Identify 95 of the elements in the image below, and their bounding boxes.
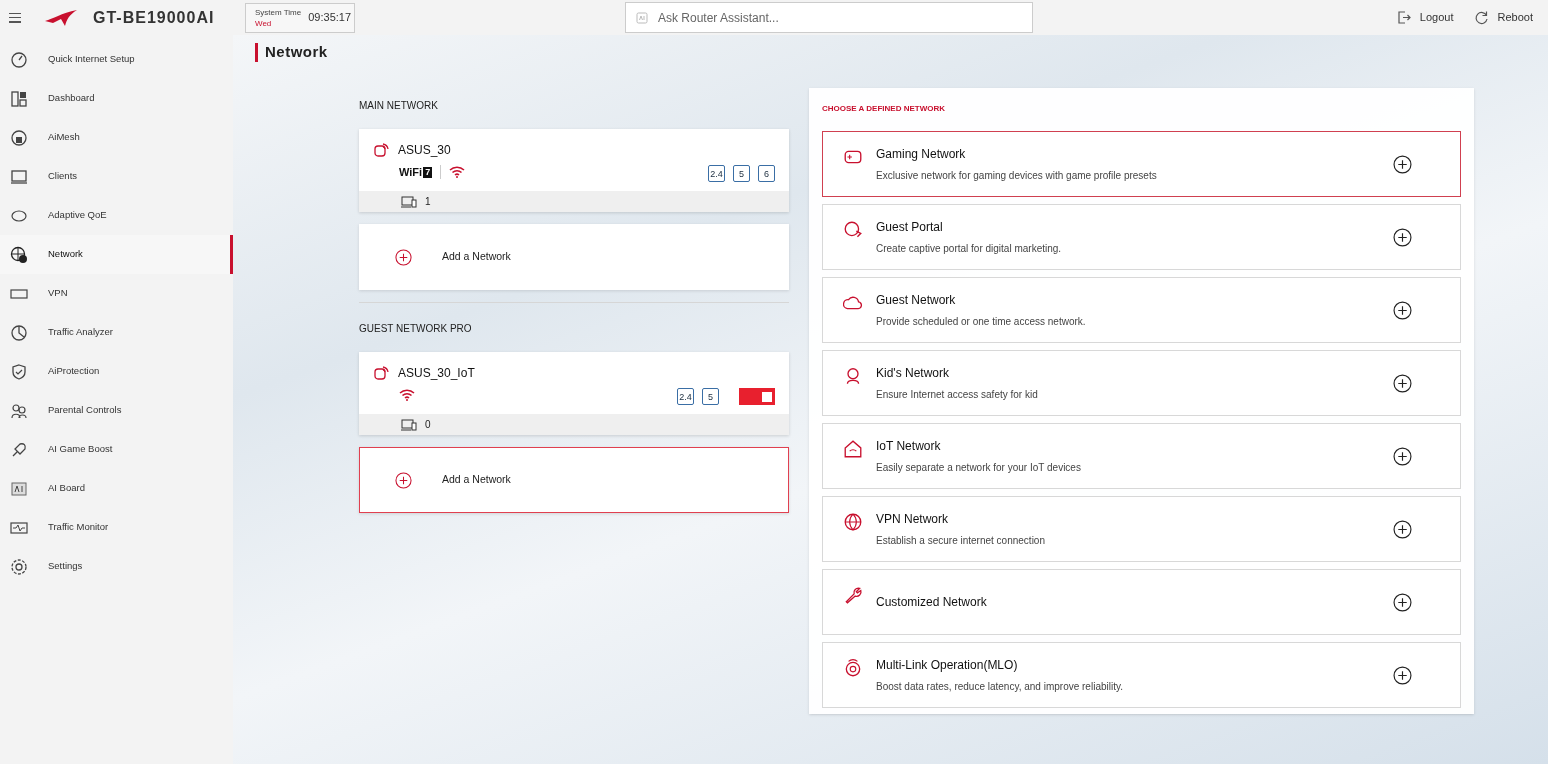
wrench-icon [843, 585, 863, 605]
search-field[interactable]: Ask Router Assistant... [625, 2, 1033, 33]
option-title: Customized Network [876, 594, 988, 611]
assistant-icon [636, 12, 648, 24]
band-badge: 2.4 [677, 388, 694, 405]
section-heading: MAIN NETWORK [359, 99, 439, 113]
sidebar-item[interactable]: VPN [0, 274, 233, 313]
sidebar-item[interactable]: Parental Controls [0, 391, 233, 430]
option-description: Ensure Internet access safety for kid [876, 388, 1039, 402]
ai-board-icon [10, 479, 28, 498]
day-label: Wed [255, 17, 273, 29]
defined-network-option[interactable]: IoT Network Easily separate a network for your IoT devices [822, 423, 1461, 489]
globe-icon [843, 512, 863, 532]
toggle-switch[interactable] [739, 388, 775, 405]
shield-icon [10, 362, 28, 381]
add-icon[interactable] [1393, 665, 1412, 685]
mesh-icon [10, 128, 28, 147]
option-title: Kid's Network [876, 365, 950, 382]
menu-icon[interactable] [9, 11, 21, 24]
band-badge: 2.4 [708, 165, 725, 182]
add-icon[interactable] [1393, 446, 1412, 466]
client-count: 0 [425, 418, 431, 432]
laptop-icon [10, 167, 28, 186]
defined-network-option[interactable]: Kid's Network Ensure Internet access safety for kid [822, 350, 1461, 416]
sidebar-item[interactable]: Clients [0, 157, 233, 196]
defined-network-option[interactable]: Multi-Link Operation(MLO) Boost data rates, reduce latency, and improve reliability. [822, 642, 1461, 708]
reboot-icon [1473, 10, 1489, 25]
option-title: Guest Portal [876, 219, 944, 236]
option-description: Establish a secure internet connection [876, 534, 1046, 548]
logout-button[interactable]: Logout [1395, 9, 1454, 26]
band-badge: 5 [733, 165, 750, 182]
option-description: Provide scheduled or one time access network. [876, 315, 1087, 329]
reboot-button[interactable]: Reboot [1473, 9, 1533, 26]
add-icon[interactable] [1393, 373, 1412, 393]
add-network-button[interactable]: Add a Network [359, 224, 789, 290]
add-icon[interactable] [1393, 300, 1412, 320]
add-icon[interactable] [1393, 227, 1412, 247]
network-card[interactable]: ASUS_30 WiFi 7 2.4 5 6 1 [359, 129, 789, 212]
option-title: Gaming Network [876, 146, 967, 163]
option-description: Create captive portal for digital marketing. [876, 242, 1063, 256]
pie-chart-icon [10, 323, 28, 342]
sidebar-item[interactable]: Settings [0, 547, 233, 586]
settings-icon [10, 557, 28, 576]
sidebar-item[interactable]: AI Game Boost [0, 430, 233, 469]
defined-network-option[interactable]: VPN Network Establish a secure internet connection [822, 496, 1461, 562]
option-title: Guest Network [876, 292, 957, 309]
devices-icon [401, 418, 417, 431]
wifi-generation-badge: 7 [423, 166, 433, 178]
sidebar-item[interactable]: Adaptive QoE [0, 196, 233, 235]
wifi-icon [399, 389, 415, 401]
client-count: 1 [425, 195, 431, 209]
network-name: ASUS_30 [398, 142, 451, 159]
network-icon [373, 141, 391, 159]
band-badge: 6 [758, 165, 775, 182]
add-icon[interactable] [1393, 519, 1412, 539]
option-title: VPN Network [876, 511, 950, 528]
option-title: Multi-Link Operation(MLO) [876, 657, 1019, 674]
network-name: ASUS_30_IoT [398, 365, 475, 382]
sidebar-item[interactable]: AI Board [0, 469, 233, 508]
logout-icon [1395, 10, 1411, 25]
page-title: Network [265, 42, 328, 62]
globe-icon [10, 245, 28, 264]
people-icon [10, 401, 28, 420]
time-label: 09:35:17 [308, 10, 352, 26]
option-description: Boost data rates, reduce latency, and improve reliability. [876, 680, 1124, 694]
panel-heading: CHOOSE A DEFINED NETWORK [822, 103, 946, 115]
wifi-icon [449, 166, 466, 178]
band-badge: 5 [702, 388, 719, 405]
dashboard-icon [10, 89, 28, 108]
sidebar-item[interactable]: Network [0, 235, 233, 274]
defined-network-option[interactable]: Customized Network [822, 569, 1461, 635]
sidebar-item[interactable]: Dashboard [0, 79, 233, 118]
model-name: GT-BE19000AI [93, 7, 216, 28]
sidebar-item[interactable]: Traffic Analyzer [0, 313, 233, 352]
gauge-icon [10, 50, 28, 69]
home-wifi-icon [843, 439, 863, 459]
sidebar-item[interactable]: Quick Internet Setup [0, 40, 233, 79]
defined-network-option[interactable]: Guest Network Provide scheduled or one time access network. [822, 277, 1461, 343]
wifi-logo-text: WiFi [399, 164, 423, 180]
system-time-label: System Time [255, 6, 302, 18]
sidebar-item[interactable]: Traffic Monitor [0, 508, 233, 547]
network-icon [373, 364, 391, 382]
defined-network-option[interactable]: Gaming Network Exclusive network for gaming devices with game profile presets [822, 131, 1461, 197]
option-description: Easily separate a network for your IoT devices [876, 461, 1082, 475]
section-heading: GUEST NETWORK PRO [359, 322, 473, 336]
add-network-button[interactable]: Add a Network [359, 447, 789, 513]
defined-network-option[interactable]: Guest Portal Create captive portal for digital marketing. [822, 204, 1461, 270]
add-icon[interactable] [1393, 592, 1412, 612]
devices-icon [401, 195, 417, 208]
option-description: Exclusive network for gaming devices with game profile presets [876, 169, 1158, 183]
sidebar-item[interactable]: AiMesh [0, 118, 233, 157]
add-icon[interactable] [1393, 154, 1412, 174]
sidebar-item[interactable]: AiProtection [0, 352, 233, 391]
option-title: IoT Network [876, 438, 942, 455]
network-card[interactable]: ASUS_30_IoT 2.4 5 0 [359, 352, 789, 435]
